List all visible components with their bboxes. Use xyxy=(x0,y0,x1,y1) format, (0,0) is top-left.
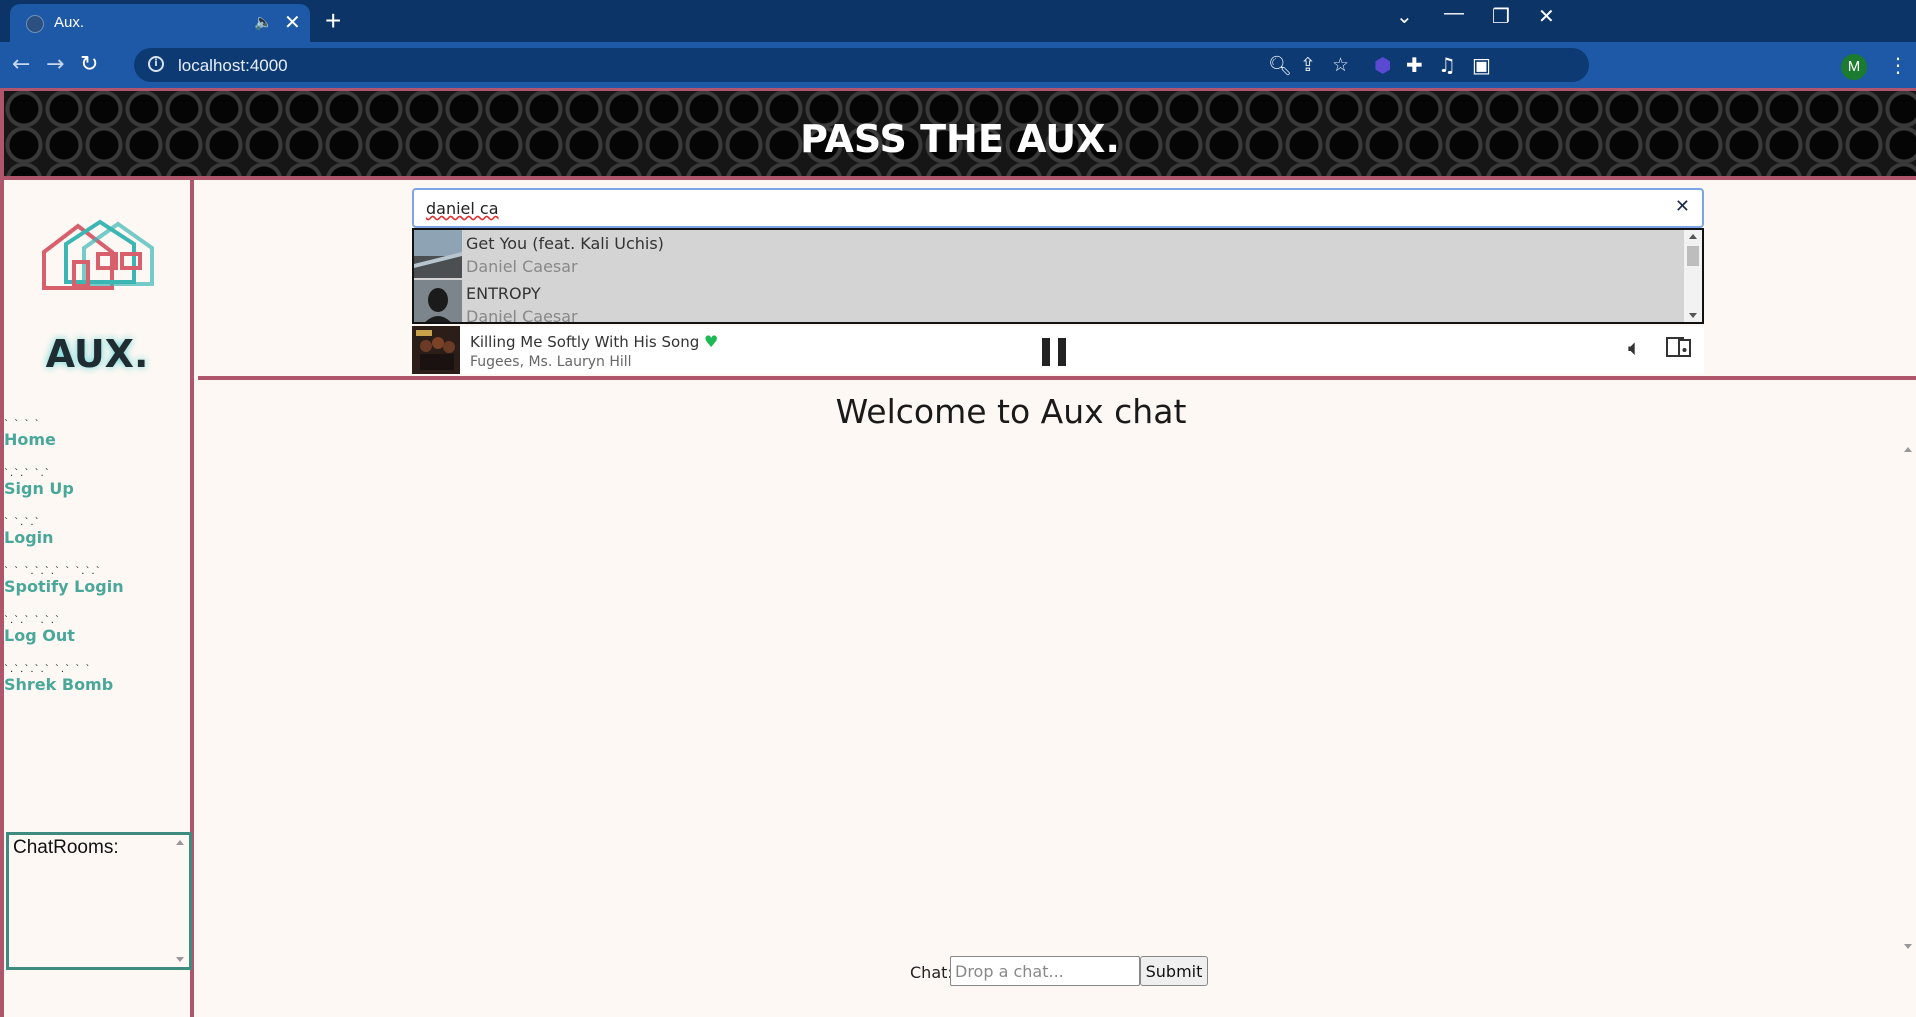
puzzle-icon[interactable]: ✚ xyxy=(1406,53,1423,77)
nav-label[interactable]: Shrek Bomb xyxy=(4,675,124,694)
chat-input[interactable] xyxy=(950,956,1140,986)
extension-icon[interactable]: ⬢ xyxy=(1374,53,1391,77)
submit-button[interactable]: Submit xyxy=(1140,956,1208,986)
sidebar-nav: ` ` ` ` Home `.`.` `.` Sign Up ` `.`.` L… xyxy=(4,420,124,714)
nav-label[interactable]: Spotify Login xyxy=(4,577,124,596)
share-icon[interactable]: ⇪ xyxy=(1300,54,1316,76)
menu-icon[interactable]: ⋮ xyxy=(1888,53,1908,77)
info-icon[interactable]: i xyxy=(148,56,164,72)
address-bar[interactable]: i localhost:4000 🔍︎ ⇪ ☆ xyxy=(134,48,1589,82)
sidepanel-icon[interactable]: ▣ xyxy=(1472,53,1491,77)
nav-link-log-out[interactable]: `.`.` `.`.` Log Out xyxy=(4,615,124,646)
page: PASS THE AUX. AUX. ` ` ` ` Home `.`.` `.… xyxy=(0,88,1916,1017)
restore-icon[interactable]: ❐ xyxy=(1492,4,1510,29)
music-section: daniel ca ✕ Get You (feat. Kali Uchis) D… xyxy=(198,180,1916,380)
brand-name: AUX. xyxy=(45,332,149,376)
nav-dots: `.`.` `.` xyxy=(4,468,51,479)
tab-search-chevron-icon[interactable]: ⌄ xyxy=(1396,4,1413,29)
album-art-thumbnail xyxy=(414,230,462,278)
nav-dots: `.`.`.`.` `.` ` ` xyxy=(4,664,92,675)
now-playing-bar: Killing Me Softly With His Song ♥ Fugees… xyxy=(412,326,1704,374)
nav-label[interactable]: Login xyxy=(4,528,124,547)
chat-label: Chat: xyxy=(910,963,953,982)
liked-heart-icon[interactable]: ♥ xyxy=(704,332,718,351)
star-icon[interactable]: ☆ xyxy=(1332,54,1349,76)
media-icon[interactable]: ♫ xyxy=(1438,53,1456,77)
devices-icon[interactable] xyxy=(1666,336,1692,358)
window-close-icon[interactable]: ✕ xyxy=(1538,4,1555,29)
nav-dots: ` `.`.` xyxy=(4,517,41,528)
pause-button[interactable] xyxy=(1042,338,1068,366)
nav-link-shrek-bomb[interactable]: `.`.`.`.` `.` ` ` Shrek Bomb xyxy=(4,664,124,695)
nav-link-login[interactable]: ` `.`.` Login xyxy=(4,517,124,548)
profile-avatar[interactable]: M xyxy=(1841,54,1867,80)
nav-link-sign-up[interactable]: `.`.` `.` Sign Up xyxy=(4,468,124,499)
pause-bar-left xyxy=(1042,338,1050,366)
search-result-item[interactable]: Get You (feat. Kali Uchis) Daniel Caesar xyxy=(414,230,1684,280)
nav-dots: ` ` `.`.`.` ` `.`.` xyxy=(4,566,102,577)
favicon-icon xyxy=(26,15,44,33)
minimize-icon[interactable]: — xyxy=(1444,2,1464,25)
nav-dots: `.`.` `.`.` xyxy=(4,615,61,626)
page-title: PASS THE AUX. xyxy=(800,117,1120,161)
results-scrollbar[interactable] xyxy=(1684,230,1702,322)
chatrooms-title: ChatRooms: xyxy=(13,837,119,858)
pause-bar-right xyxy=(1058,338,1066,366)
now-playing-track: Killing Me Softly With His Song ♥ xyxy=(470,332,718,351)
forward-icon[interactable]: → xyxy=(46,52,64,77)
tab-close-icon[interactable]: ✕ xyxy=(284,10,301,34)
track-name: Killing Me Softly With His Song xyxy=(470,333,700,351)
result-title: Get You (feat. Kali Uchis) xyxy=(466,234,664,253)
nav-link-spotify-login[interactable]: ` ` `.`.`.` ` `.`.` Spotify Login xyxy=(4,566,124,597)
browser-tab-bar: Aux. 🔈 ✕ + ⌄ — ❐ ✕ xyxy=(0,0,1916,42)
nav-label[interactable]: Log Out xyxy=(4,626,124,645)
browser-toolbar: ← → ↻ i localhost:4000 🔍︎ ⇪ ☆ ⬢ ✚ ♫ ▣ M … xyxy=(0,42,1916,88)
chat-scrollbar[interactable] xyxy=(1900,440,1916,956)
house-logo-icon xyxy=(42,219,154,290)
search-result-item[interactable]: ENTROPY Daniel Caesar xyxy=(414,280,1684,324)
zoom-icon[interactable]: 🔍︎ xyxy=(1268,54,1292,77)
chatrooms-panel[interactable]: ChatRooms: xyxy=(6,832,192,970)
new-tab-button[interactable]: + xyxy=(325,5,341,37)
clear-search-icon[interactable]: ✕ xyxy=(1675,196,1690,217)
chat-title: Welcome to Aux chat xyxy=(835,392,1187,431)
back-icon[interactable]: ← xyxy=(12,52,30,77)
nav-dots: ` ` ` ` xyxy=(4,419,41,430)
tab-audio-icon[interactable]: 🔈 xyxy=(254,13,273,31)
site-header: PASS THE AUX. xyxy=(4,88,1916,180)
now-playing-album-art xyxy=(412,326,460,374)
chatrooms-scrollbar[interactable] xyxy=(173,837,187,965)
song-search-input[interactable]: daniel ca ✕ xyxy=(412,188,1704,228)
result-artist: Daniel Caesar xyxy=(466,257,578,276)
nav-label[interactable]: Sign Up xyxy=(4,479,124,498)
url-text[interactable]: localhost:4000 xyxy=(178,56,288,76)
sidebar: AUX. ` ` ` ` Home `.`.` `.` Sign Up ` `.… xyxy=(4,180,194,1017)
album-art-thumbnail xyxy=(414,280,462,322)
reload-icon[interactable]: ↻ xyxy=(80,52,98,77)
search-results-dropdown[interactable]: Get You (feat. Kali Uchis) Daniel Caesar… xyxy=(412,228,1704,324)
now-playing-artists: Fugees, Ms. Lauryn Hill xyxy=(470,354,632,370)
browser-tab-aux[interactable]: Aux. 🔈 ✕ xyxy=(10,4,310,42)
result-title: ENTROPY xyxy=(466,284,541,303)
search-value[interactable]: daniel ca xyxy=(426,199,499,218)
nav-link-home[interactable]: ` ` ` ` Home xyxy=(4,419,124,450)
volume-icon[interactable]: 🔈︎ xyxy=(1628,336,1641,361)
nav-label[interactable]: Home xyxy=(4,430,124,449)
result-artist: Daniel Caesar xyxy=(466,307,578,324)
tab-title: Aux. xyxy=(54,14,85,31)
chat-area: Welcome to Aux chat Chat: Submit xyxy=(198,384,1916,1017)
